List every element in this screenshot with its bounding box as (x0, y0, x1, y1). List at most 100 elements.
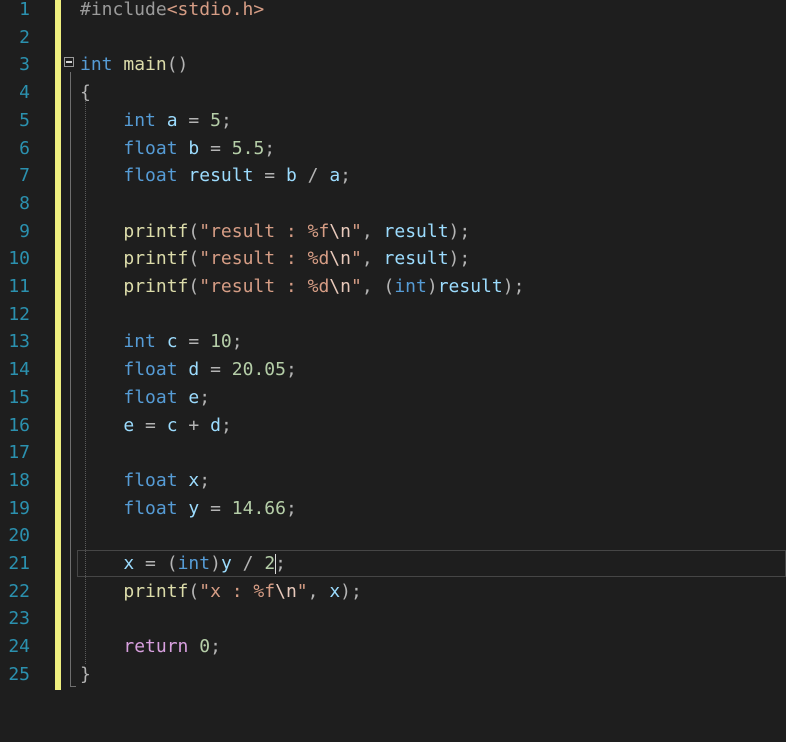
code-line[interactable]: int a = 5; (80, 107, 231, 135)
code-line[interactable]: float y = 14.66; (80, 495, 297, 523)
line-number: 22 (8, 580, 30, 602)
code-token: "result : (199, 220, 308, 242)
code-token: "x : (199, 580, 254, 602)
code-line[interactable]: printf("result : %f\n", result); (80, 218, 470, 246)
code-token: 2 (264, 553, 276, 574)
code-token: = (210, 497, 221, 519)
code-token: = (188, 331, 200, 353)
code-token: { (80, 82, 91, 104)
code-token: = (145, 553, 156, 574)
code-line[interactable]: printf("result : %d\n", (int)result); (80, 273, 524, 301)
code-token: = (210, 137, 221, 159)
line-number: 2 (19, 26, 30, 48)
code-token: a (166, 109, 178, 131)
code-token: <stdio.h> (166, 0, 265, 20)
code-token: = (145, 414, 156, 436)
code-line[interactable]: printf("x : %f\n", x); (80, 578, 362, 606)
code-token: x (188, 469, 200, 491)
code-token: printf (123, 220, 189, 242)
code-line[interactable]: { (80, 79, 91, 107)
code-line[interactable]: float result = b / a; (80, 162, 351, 190)
code-line[interactable]: float d = 20.05; (80, 356, 296, 384)
line-number: 15 (8, 386, 30, 408)
code-token: int (394, 276, 427, 297)
code-line[interactable]: float b = 5.5; (80, 135, 275, 163)
code-token: e (188, 386, 200, 408)
code-token: / (242, 553, 254, 574)
code-token: = (188, 109, 200, 131)
line-number: 19 (8, 497, 30, 519)
code-token: result (383, 248, 449, 270)
code-token: int (80, 54, 113, 76)
code-token: ; (264, 137, 276, 159)
code-line[interactable]: float x; (80, 467, 210, 495)
code-token: float (123, 469, 178, 491)
code-token: a (329, 165, 341, 187)
code-line[interactable]: } (80, 661, 91, 689)
code-token: \n (329, 220, 351, 242)
line-number: 6 (19, 137, 30, 159)
code-token: " (350, 220, 362, 242)
code-line[interactable]: int main() (80, 51, 188, 79)
code-token: c (166, 414, 178, 436)
change-tracking-bar (55, 0, 61, 690)
code-token: c (166, 331, 178, 353)
code-token: ( (188, 276, 200, 297)
code-token: " (296, 580, 308, 602)
code-line[interactable]: printf("result : %d\n", result); (80, 245, 470, 273)
line-number: 23 (8, 608, 30, 630)
code-token: \n (329, 276, 351, 297)
code-token: d (188, 359, 200, 381)
code-token: int (123, 331, 156, 353)
line-number: 7 (19, 165, 30, 187)
code-token: x (123, 553, 135, 574)
code-token: } (80, 663, 91, 685)
code-editor[interactable]: 1 2 3 4 5 6 7 8 9 10 11 12 13 14 15 16 17 18 19 20 21 22 23 24 2… (0, 0, 786, 742)
line-number: 10 (8, 248, 30, 270)
code-token: ); (448, 248, 471, 270)
code-token: result (188, 165, 254, 187)
code-token: d (210, 414, 221, 436)
code-token: b (285, 165, 297, 187)
line-number: 16 (8, 414, 30, 436)
code-token: + (188, 414, 200, 436)
line-number: 14 (8, 359, 30, 381)
code-token: , (361, 220, 384, 242)
code-line[interactable]: float e; (80, 384, 210, 412)
code-token: ; (199, 469, 211, 491)
code-line[interactable]: #include<stdio.h> (80, 0, 264, 24)
code-token: ; (199, 386, 211, 408)
code-token: ); (448, 220, 471, 242)
line-number: 8 (19, 192, 30, 214)
code-token: , (307, 580, 330, 602)
code-token: ; (285, 497, 297, 519)
code-token: "result : (199, 248, 308, 270)
code-token: ; (210, 636, 221, 658)
collapse-main-icon[interactable] (64, 57, 74, 67)
line-number: 21 (8, 553, 30, 574)
code-token: " (350, 248, 362, 270)
code-line[interactable]: int c = 10; (80, 328, 242, 356)
code-line[interactable]: return 0; (80, 633, 221, 661)
code-line[interactable]: x = (int)y / 2; (80, 550, 286, 578)
code-line[interactable]: e = c + d; (80, 412, 231, 440)
